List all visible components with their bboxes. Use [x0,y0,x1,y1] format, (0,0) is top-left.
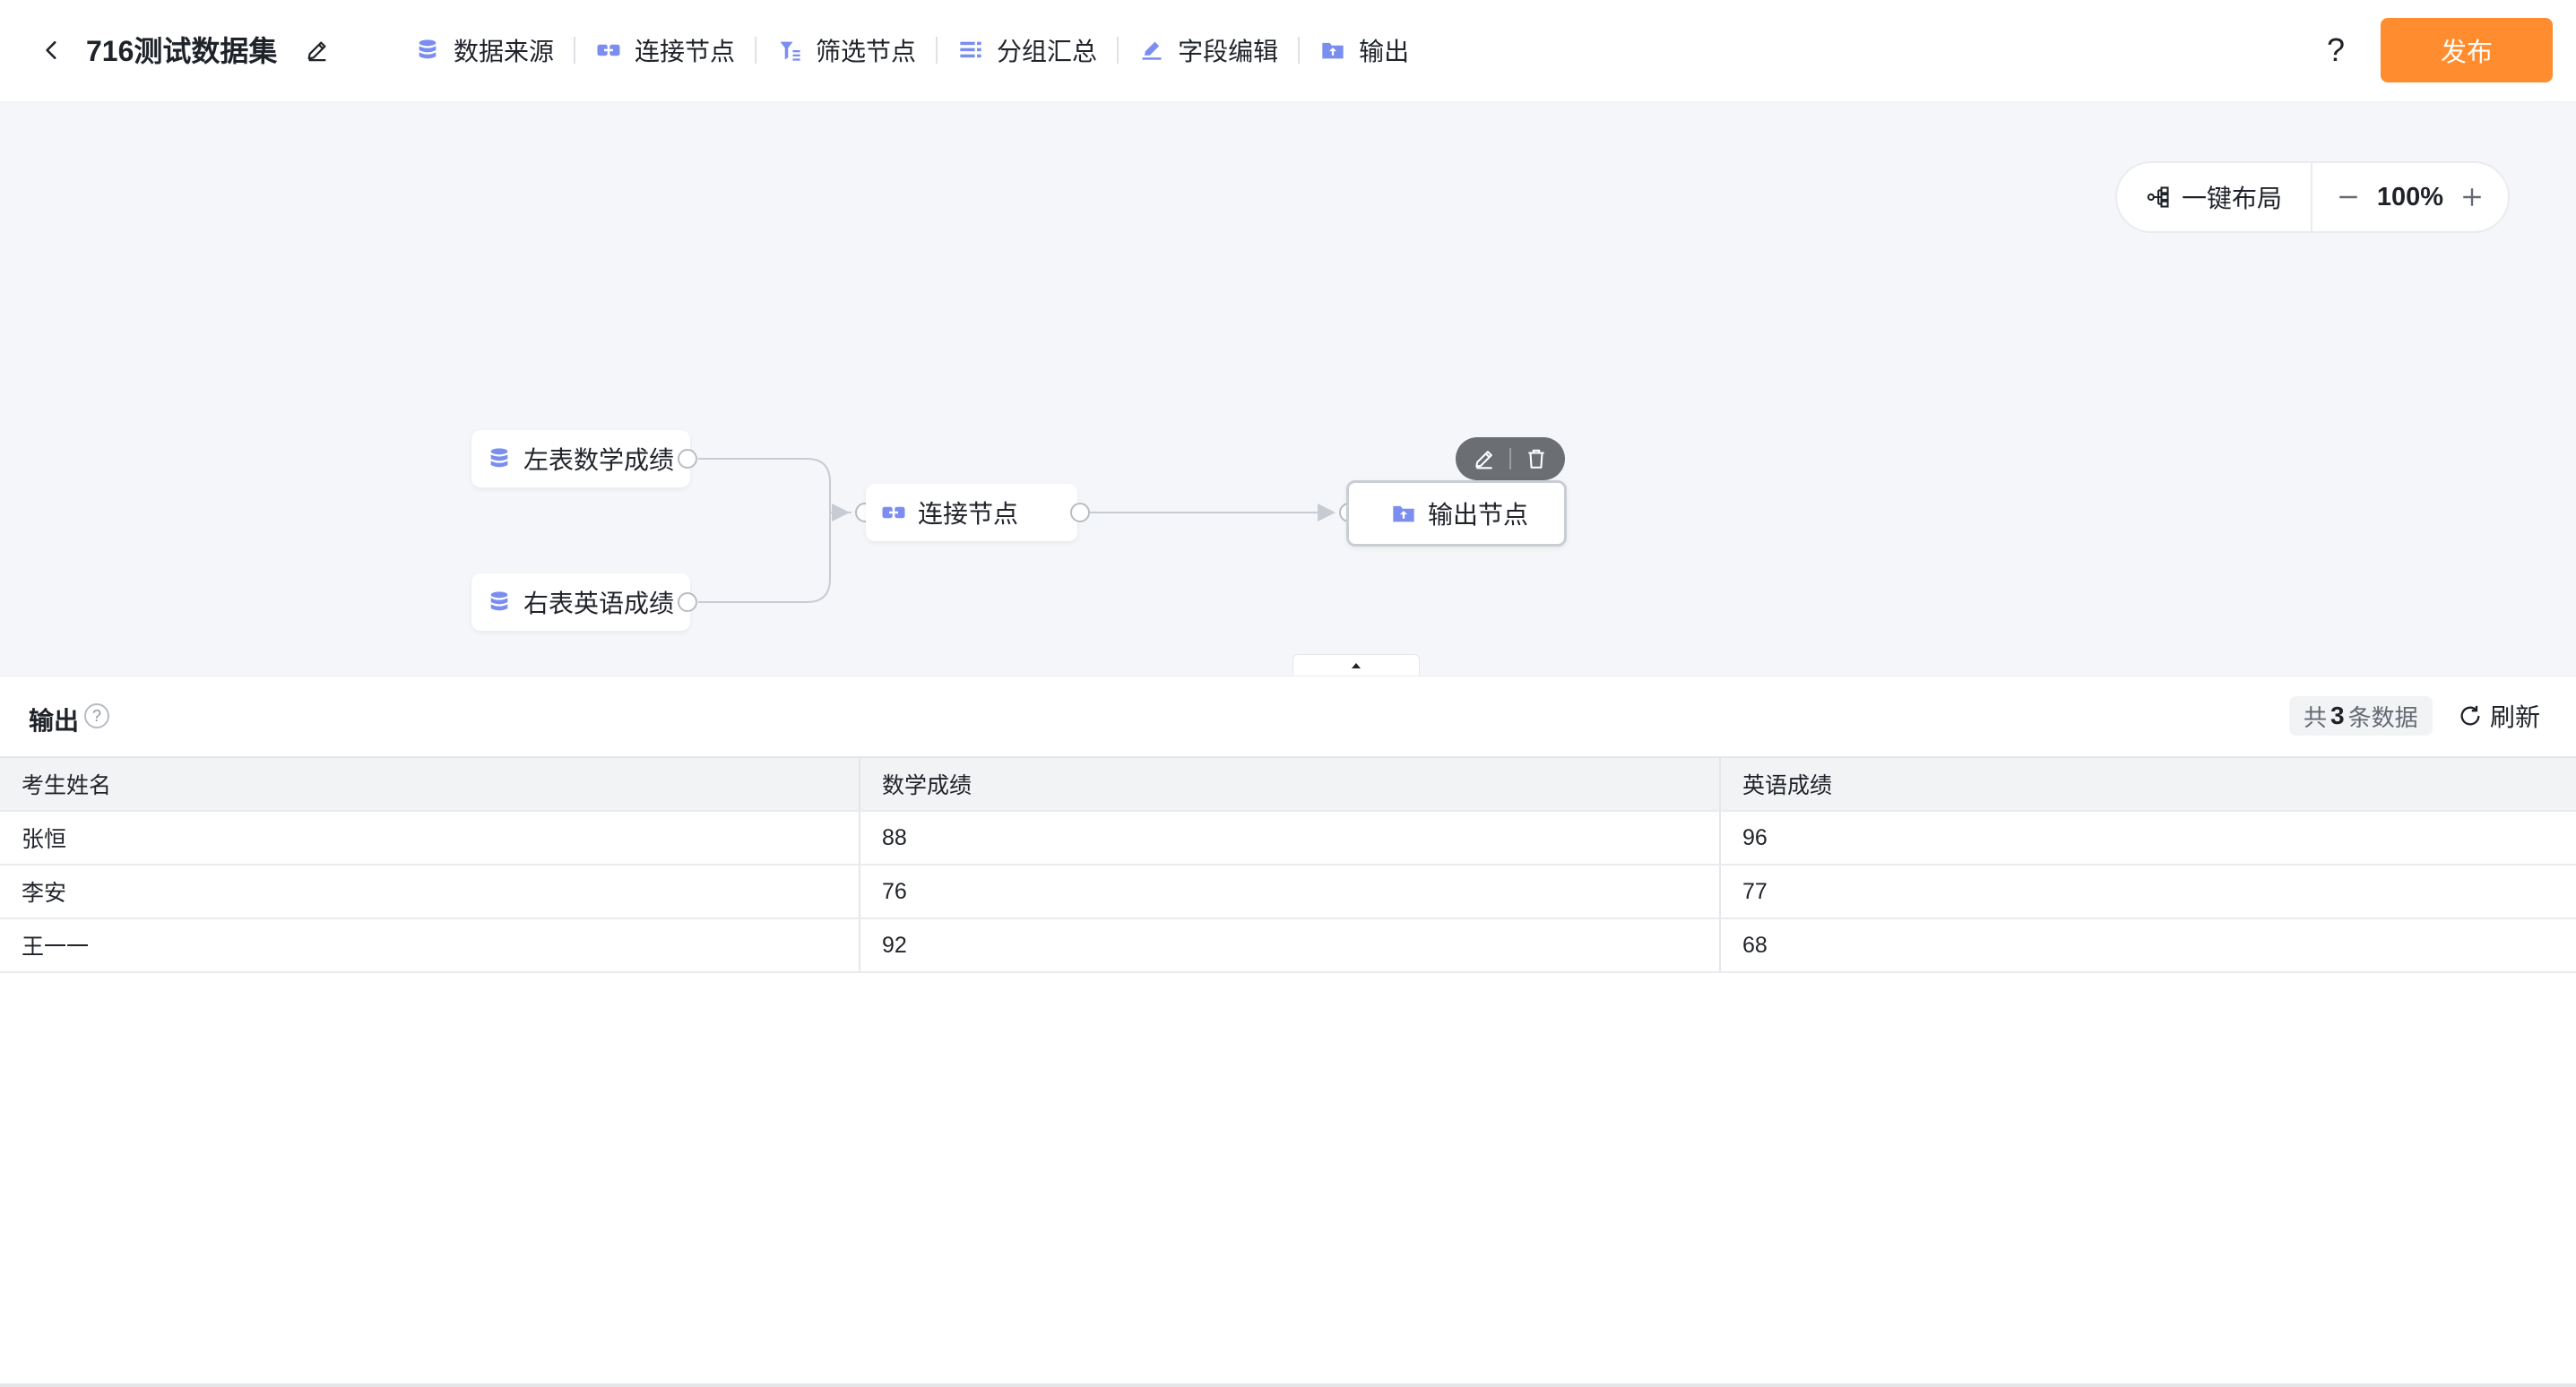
action-divider [1509,448,1511,470]
tool-data-source[interactable]: 数据来源 [394,27,574,73]
caret-up-icon [1352,662,1361,668]
database-icon [486,589,513,616]
window-bottom-border [0,1383,2576,1387]
count-value: 3 [2330,702,2345,729]
flow-canvas[interactable]: 一键布局 100% 左表数学成绩 右表英语成绩 连接节点 输出节点 [0,102,2576,676]
edge-join-arrow [832,504,850,521]
panel-collapse-toggle[interactable] [1292,654,1420,676]
refresh-icon [2460,705,2480,726]
database-icon [486,445,513,472]
node-toolbar: 数据来源 连接节点 筛选节点 分组汇总 字段编辑 输出 [394,27,1429,73]
refresh-button[interactable]: 刷新 [2458,696,2540,736]
filter-icon [776,37,803,64]
output-folder-icon [1390,500,1417,527]
tool-label: 字段编辑 [1178,38,1279,65]
table-header-row: 考生姓名 数学成绩 英语成绩 [0,758,2576,812]
pen-icon [1138,37,1165,64]
node-label: 输出节点 [1428,501,1529,529]
output-table: 考生姓名 数学成绩 英语成绩 张恒 88 96 李安 76 77 王一一 92 … [0,756,2576,973]
table-row: 张恒 88 96 [0,812,2576,866]
table-cell: 88 [860,812,1721,864]
tool-output[interactable]: 输出 [1300,27,1429,73]
refresh-label: 刷新 [2490,703,2541,731]
zoom-in-button[interactable] [2454,179,2490,215]
chevron-left-icon [46,41,56,59]
table-cell: 王一一 [0,919,860,971]
database-icon [414,37,441,64]
tool-join-node[interactable]: 连接节点 [575,27,755,73]
tool-group-summary[interactable]: 分组汇总 [938,27,1117,73]
back-button[interactable] [34,32,70,68]
help-button[interactable]: ? [2316,30,2356,70]
page-title: 716测试数据集 [86,35,278,67]
canvas-controls: 一键布局 100% [2115,161,2510,233]
tool-label: 连接节点 [635,38,736,65]
node-output[interactable]: 输出节点 [1346,480,1567,547]
table-row: 王一一 92 68 [0,919,2576,973]
output-folder-icon [1319,37,1346,64]
node-action-bar [1456,437,1565,480]
table-cell: 张恒 [0,812,860,864]
table-row: 李安 76 77 [0,866,2576,919]
zoom-out-button[interactable] [2330,179,2366,215]
tool-label: 数据来源 [454,38,555,65]
tool-label: 输出 [1359,38,1410,65]
row-count-badge: 共 3 条数据 [2289,696,2433,736]
node-join[interactable]: 连接节点 [866,484,1077,541]
table-cell: 77 [1742,878,1768,904]
pencil-icon [307,41,326,62]
output-panel-header: 输出 ? 共 3 条数据 刷新 [0,676,2576,756]
node-right-table-out-port[interactable] [678,592,697,612]
delete-node-button[interactable] [1518,441,1554,477]
column-header[interactable]: 考生姓名 [0,758,860,810]
column-header[interactable]: 数学成绩 [860,758,1721,810]
output-panel-title: 输出 [29,707,80,735]
node-right-table[interactable]: 右表英语成绩 [471,573,690,631]
node-left-table[interactable]: 左表数学成绩 [471,430,690,487]
edge-left-to-join [698,458,851,514]
count-prefix: 共 [2304,703,2328,731]
group-icon [957,37,984,64]
help-circle-icon[interactable]: ? [84,703,109,728]
table-cell: 96 [1742,824,1768,850]
zoom-level: 100% [2376,182,2444,211]
join-icon [595,37,622,64]
table-cell: 92 [860,919,1721,971]
trash-icon [1528,449,1544,469]
plus-icon [2463,188,2481,206]
node-label: 右表英语成绩 [523,590,675,617]
edit-node-button[interactable] [1466,441,1502,477]
layout-tree-icon [2147,186,2169,208]
tool-filter-node[interactable]: 筛选节点 [756,27,936,73]
auto-layout-label: 一键布局 [2181,185,2282,212]
tool-field-edit[interactable]: 字段编辑 [1119,27,1298,73]
pencil-icon [1475,451,1492,470]
edge-output-arrow [1318,504,1336,521]
edge-right-to-join [698,513,831,603]
tool-label: 分组汇总 [997,38,1098,65]
zoom-control: 100% [2312,179,2508,215]
node-left-table-out-port[interactable] [678,449,697,469]
node-join-out-port[interactable] [1070,503,1090,522]
tool-label: 筛选节点 [816,38,917,65]
node-label: 连接节点 [918,500,1019,528]
auto-layout-button[interactable]: 一键布局 [2117,163,2312,231]
top-bar: 716测试数据集 数据来源 连接节点 筛选节点 分组汇总 字段编辑 输出 ? 发… [0,0,2576,102]
edit-title-button[interactable] [301,34,333,66]
table-cell: 76 [860,866,1721,917]
column-header[interactable]: 英语成绩 [1721,758,2576,810]
node-label: 左表数学成绩 [523,446,675,474]
count-suffix: 条数据 [2347,703,2418,731]
minus-icon [2339,195,2357,199]
table-cell: 68 [1742,932,1768,958]
table-cell: 李安 [0,866,860,917]
publish-button[interactable]: 发布 [2381,18,2553,82]
join-icon [880,499,907,526]
